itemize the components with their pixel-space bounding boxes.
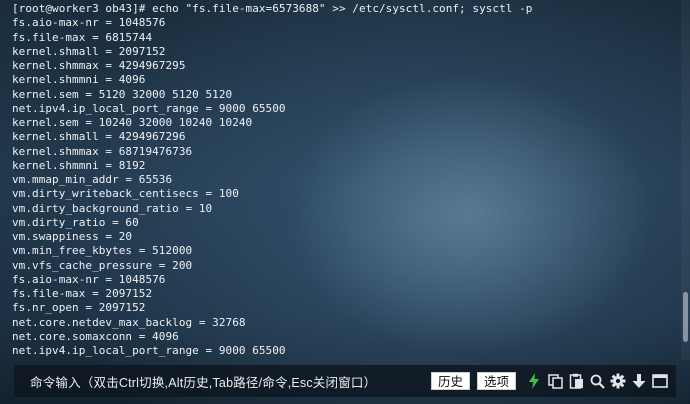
terminal-output-line: fs.nr_open = 2097152: [12, 301, 146, 315]
terminal-output-line: fs.file-max = 2097152: [12, 287, 153, 300]
gear-icon[interactable]: [610, 373, 626, 389]
terminal-output-line: vm.mmap_min_addr = 65536: [12, 173, 173, 186]
terminal-output[interactable]: [root@worker3 ob43]# echo "fs.file-max=6…: [0, 0, 678, 360]
terminal-output-line: kernel.shmall = 4294967296: [12, 130, 186, 144]
terminal-output-line: vm.swappiness = 20: [12, 230, 133, 243]
scrollbar-thumb[interactable]: [683, 292, 688, 342]
terminal-output-line: kernel.shmmni = 8192: [12, 158, 146, 172]
terminal-output-line: kernel.sem = 10240 32000 10240 10240: [12, 116, 253, 129]
search-icon[interactable]: [589, 373, 605, 389]
terminal-output-line: fs.aio-max-nr = 1048576: [12, 16, 166, 30]
options-button[interactable]: 选项: [476, 372, 516, 390]
terminal-output-line: fs.file-max = 6815744: [12, 30, 153, 44]
terminal-output-line: net.ipv4.ip_local_port_range = 9000 6550…: [12, 344, 286, 357]
command-bar-icons: [526, 373, 668, 389]
history-button[interactable]: 历史: [430, 372, 470, 390]
copy-icon[interactable]: [547, 373, 563, 389]
terminal-output-line: kernel.shmmni = 4096: [12, 73, 146, 87]
terminal-output-line: vm.dirty_ratio = 60: [12, 215, 139, 229]
terminal-output-line: kernel.shmmax = 68719476736: [12, 144, 193, 158]
terminal-output-line: fs.aio-max-nr = 1048576: [12, 272, 166, 286]
command-input-hint[interactable]: 命令输入（双击Ctrl切换,Alt历史,Tab路径/命令,Esc关闭窗口）: [30, 372, 431, 391]
terminal-prompt-line: [root@worker3 ob43]# echo "fs.file-max=6…: [12, 2, 533, 15]
terminal-output-line: net.ipv4.ip_local_port_range = 9000 6550…: [12, 101, 286, 115]
terminal-output-line: kernel.shmmax = 4294967295: [12, 59, 186, 72]
terminal-scrollbar[interactable]: [681, 0, 690, 360]
terminal-output-line: vm.vfs_cache_pressure = 200: [12, 258, 193, 272]
terminal-output-line: kernel.shmall = 2097152: [12, 44, 166, 58]
terminal-output-line: kernel.sem = 5120 32000 5120 5120: [12, 87, 233, 101]
terminal-output-line: net.core.somaxconn = 4096: [12, 329, 179, 343]
terminal-output-line: vm.dirty_writeback_centisecs = 100: [12, 187, 239, 201]
download-arrow-icon[interactable]: [631, 373, 647, 389]
paste-icon[interactable]: [568, 373, 584, 389]
terminal-output-line: vm.dirty_background_ratio = 10: [12, 201, 213, 215]
lightning-icon[interactable]: [526, 373, 542, 389]
terminal-output-line: vm.min_free_kbytes = 512000: [12, 244, 193, 258]
terminal-output-line: net.core.netdev_max_backlog = 32768: [12, 315, 246, 329]
command-input-bar[interactable]: 命令输入（双击Ctrl切换,Alt历史,Tab路径/命令,Esc关闭窗口） 历史…: [14, 365, 676, 397]
window-icon[interactable]: [652, 373, 668, 389]
